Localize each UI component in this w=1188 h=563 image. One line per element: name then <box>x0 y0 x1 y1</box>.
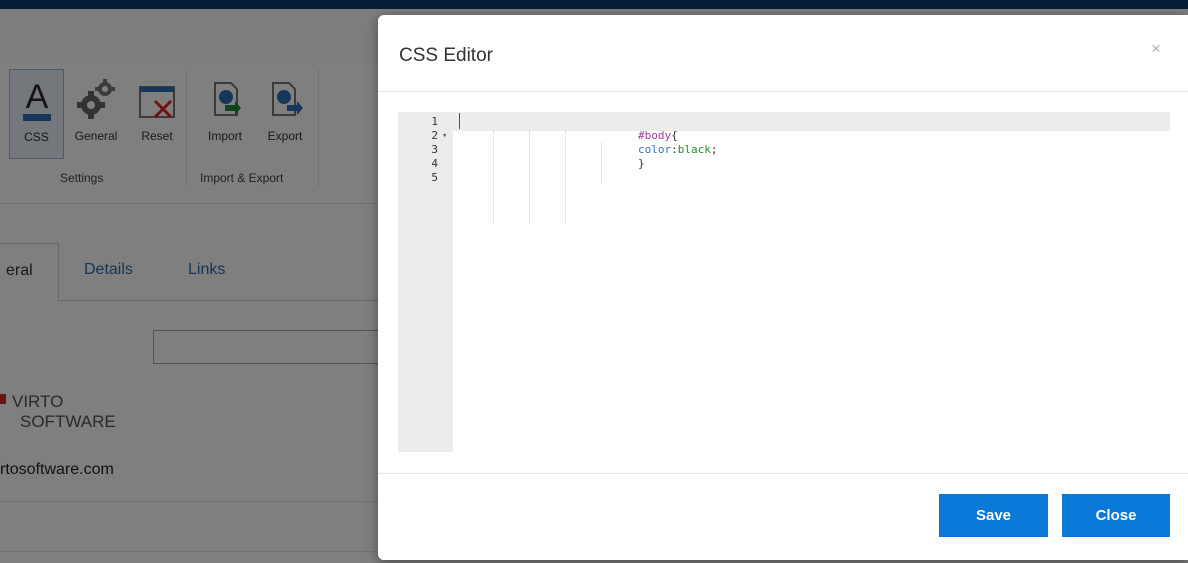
css-selector: #body <box>638 129 672 142</box>
code-line-3: color:black; <box>638 143 718 157</box>
close-brace: } <box>638 157 645 170</box>
indent-guide <box>565 131 566 223</box>
css-property: color <box>638 143 672 156</box>
close-button[interactable]: Close <box>1062 494 1170 537</box>
modal-footer-divider <box>378 473 1188 474</box>
css-value: black <box>677 143 711 156</box>
css-editor-dialog: CSS Editor × 1 2 ▾ 3 4 5 #body{ color:bl… <box>378 15 1188 560</box>
line-number: 5 <box>431 171 438 184</box>
indent-guide <box>601 143 602 183</box>
active-line-highlight <box>453 112 1170 131</box>
save-button[interactable]: Save <box>939 494 1048 537</box>
close-icon[interactable]: × <box>1151 39 1161 59</box>
code-line-2: #body{ <box>638 129 678 143</box>
line-number: 1 <box>431 115 438 128</box>
indent-guide <box>493 131 494 223</box>
modal-title: CSS Editor <box>399 45 493 66</box>
line-number: 2 <box>431 129 438 142</box>
line-number: 4 <box>431 157 438 170</box>
line-number: 3 <box>431 143 438 156</box>
semicolon: ; <box>710 143 718 156</box>
fold-toggle-icon[interactable]: ▾ <box>442 129 447 143</box>
modal-header: CSS Editor × <box>378 15 1188 92</box>
line-number-gutter: 1 2 ▾ 3 4 5 <box>398 112 453 452</box>
open-brace: { <box>671 129 678 142</box>
code-editor[interactable]: 1 2 ▾ 3 4 5 #body{ color:black; } <box>398 112 1170 452</box>
text-cursor <box>459 113 460 129</box>
indent-guide <box>529 131 530 223</box>
code-line-4: } <box>638 157 645 171</box>
colon: : <box>671 143 678 156</box>
